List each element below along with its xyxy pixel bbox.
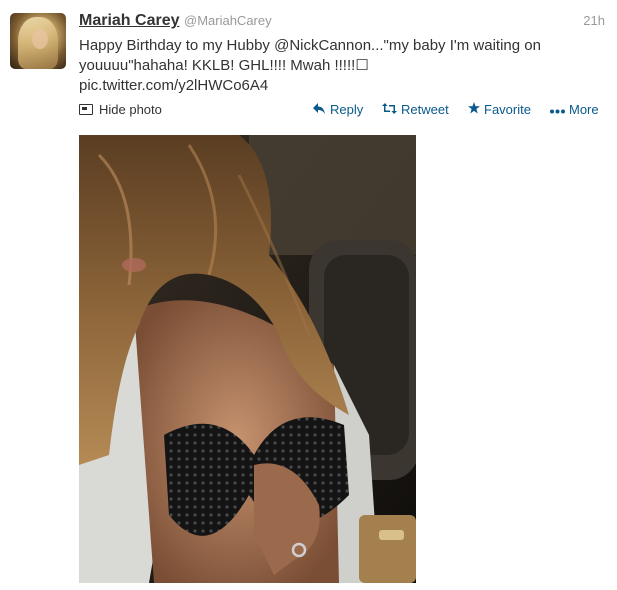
retweet-icon [382,102,397,117]
hide-photo-button[interactable]: Hide photo [79,102,162,117]
tweet-text-part: Happy Birthday to my Hubby [79,37,275,54]
star-icon [468,102,480,117]
more-button[interactable]: More [550,102,599,117]
tweet-actions: Hide photo Reply Retweet Favorite More [79,102,605,120]
mention-link[interactable]: @NickCannon [274,37,371,54]
profile-avatar[interactable] [10,13,66,69]
reply-button[interactable]: Reply [313,102,363,117]
photo-illustration [79,135,416,583]
tweet-text: Happy Birthday to my Hubby @NickCannon..… [79,36,609,96]
favorite-button[interactable]: Favorite [468,102,531,117]
tweet-header: Mariah Carey @MariahCarey 21h [79,12,605,32]
hide-photo-label: Hide photo [99,102,162,117]
photo-icon [79,104,93,115]
photo-link[interactable]: pic.twitter.com/y2lHWCo6A4 [79,77,268,94]
retweet-label: Retweet [401,102,449,117]
ellipsis-icon [550,103,565,117]
favorite-label: Favorite [484,102,531,117]
author-name[interactable]: Mariah Carey [79,12,180,30]
more-label: More [569,102,599,117]
tweet-photo[interactable] [79,135,416,583]
author-handle[interactable]: @MariahCarey [184,13,272,28]
reply-arrow-icon [313,102,326,117]
avatar-face [32,29,48,49]
reply-label: Reply [330,102,364,117]
tweet-timestamp[interactable]: 21h [583,13,605,28]
tweet: Mariah Carey @MariahCarey 21h Happy Birt… [0,0,617,590]
retweet-button[interactable]: Retweet [382,102,449,117]
